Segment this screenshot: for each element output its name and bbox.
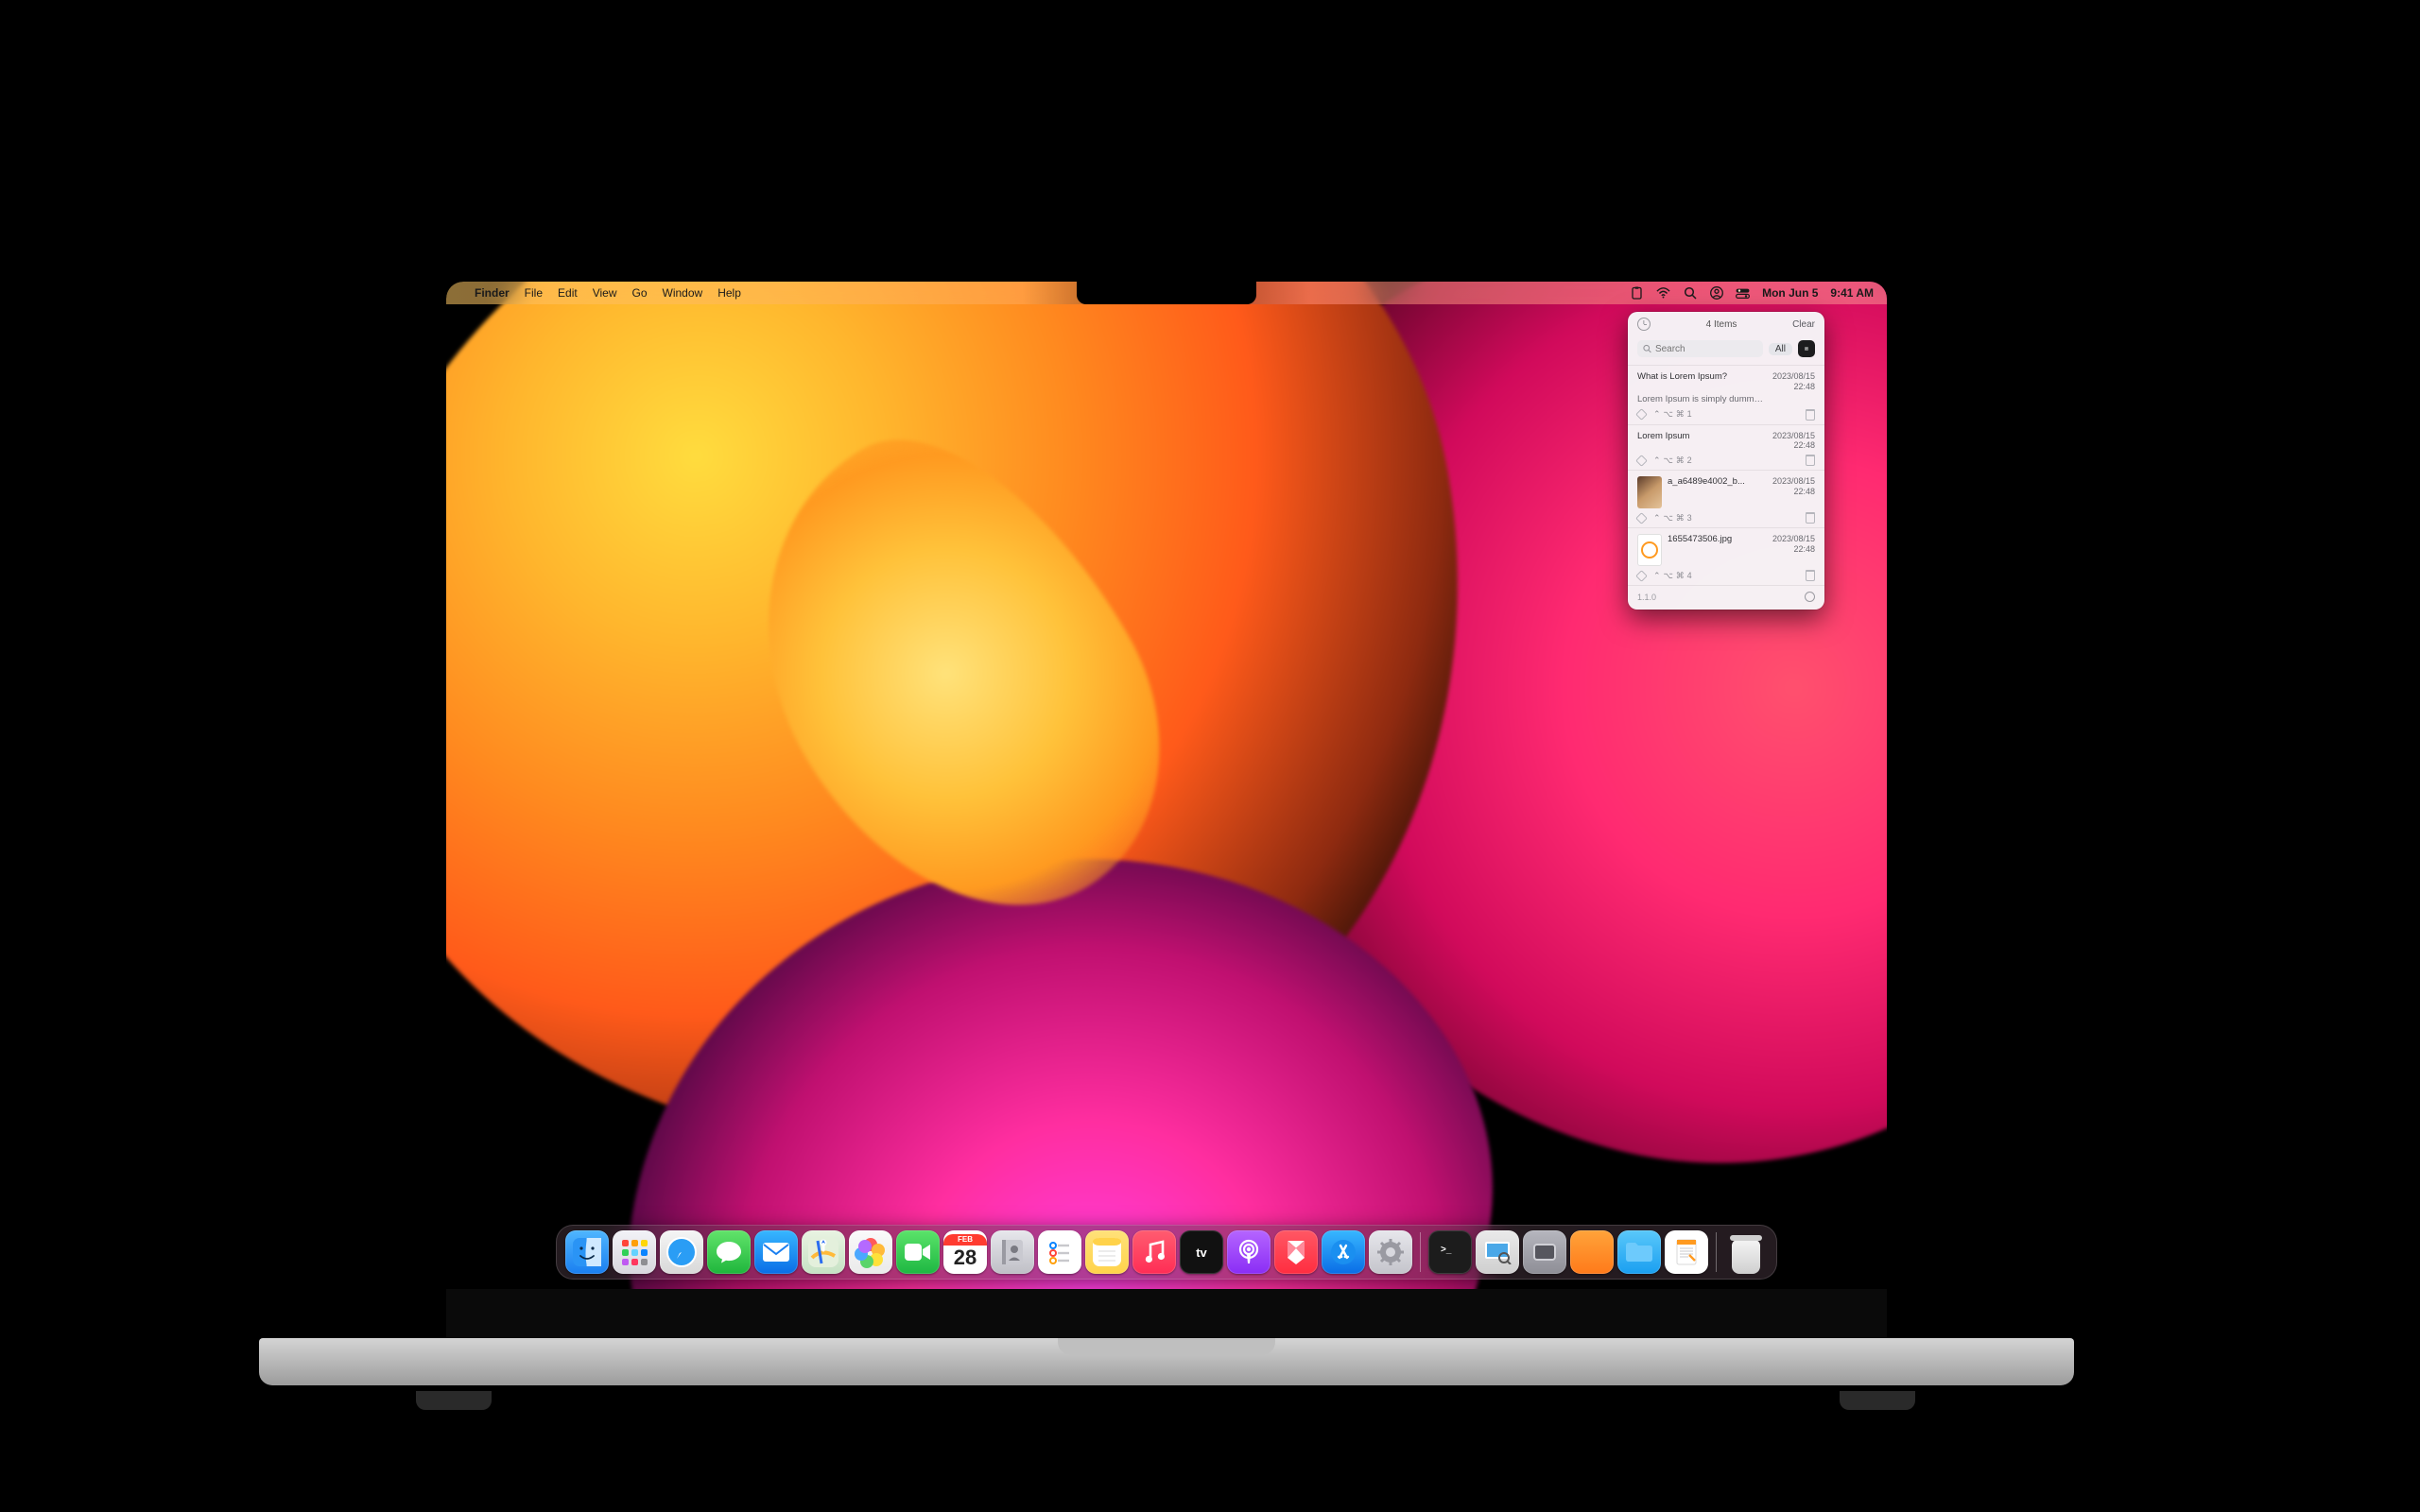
menu-view[interactable]: View [593, 286, 617, 300]
clipboard-item[interactable]: a_a6489e4002_b... 2023/08/1522:48 ⌃ ⌥ ⌘ 3 [1628, 470, 1824, 527]
dock-podcasts[interactable] [1227, 1230, 1270, 1274]
clear-button[interactable]: Clear [1792, 319, 1815, 330]
clip-shortcut: ⌃ ⌥ ⌘ 2 [1653, 455, 1692, 466]
menubar-time[interactable]: 9:41 AM [1830, 286, 1874, 300]
menu-go[interactable]: Go [632, 286, 648, 300]
dock-pages[interactable] [1665, 1230, 1708, 1274]
dock-music[interactable] [1132, 1230, 1176, 1274]
clip-timestamp: 2023/08/1522:48 [1772, 431, 1815, 452]
clip-title: Lorem Ipsum [1637, 431, 1767, 442]
dock-app-store[interactable] [1322, 1230, 1365, 1274]
calendar-month: FEB [943, 1234, 987, 1246]
dock-finder[interactable] [565, 1230, 609, 1274]
dock-trash[interactable] [1724, 1230, 1768, 1274]
clip-title: 1655473506.jpg [1668, 534, 1767, 545]
dock-contacts[interactable] [991, 1230, 1034, 1274]
dock-mission-control[interactable] [1523, 1230, 1566, 1274]
dock-separator [1420, 1232, 1421, 1272]
search-icon [1643, 344, 1651, 353]
trash-icon[interactable] [1806, 409, 1815, 421]
panel-item-count: 4 Items [1706, 319, 1737, 330]
trash-icon[interactable] [1806, 455, 1815, 466]
search-input[interactable] [1655, 344, 1757, 354]
laptop-screen: Finder File Edit View Go Window Help [446, 282, 1887, 1289]
clipboard-panel: 4 Items Clear All What is Lorem Ipsum? Lo… [1628, 312, 1824, 610]
search-icon[interactable] [1683, 286, 1697, 301]
dock-system-settings[interactable] [1369, 1230, 1412, 1274]
menubar-date[interactable]: Mon Jun 5 [1762, 286, 1818, 300]
clip-title: What is Lorem Ipsum? [1637, 371, 1767, 383]
clip-subtitle: Lorem Ipsum is simply dummy text of the … [1637, 394, 1767, 405]
dock-reminders[interactable] [1038, 1230, 1081, 1274]
pin-icon[interactable] [1635, 512, 1648, 524]
panel-version: 1.1.0 [1637, 593, 1656, 602]
wifi-icon[interactable] [1656, 286, 1670, 301]
clip-shortcut: ⌃ ⌥ ⌘ 3 [1653, 513, 1692, 524]
dock-folder[interactable] [1617, 1230, 1661, 1274]
control-center-icon[interactable] [1736, 286, 1750, 301]
laptop-bezel-bottom [446, 1289, 1887, 1338]
menu-window[interactable]: Window [663, 286, 703, 300]
dock-terminal[interactable]: >_ [1428, 1230, 1472, 1274]
clipboard-item[interactable]: Lorem Ipsum 2023/08/1522:48 ⌃ ⌥ ⌘ 2 [1628, 424, 1824, 471]
menu-file[interactable]: File [525, 286, 543, 300]
pin-icon[interactable] [1635, 570, 1648, 582]
clip-thumbnail [1637, 534, 1662, 566]
pin-icon[interactable] [1635, 455, 1648, 467]
dock-mail[interactable] [754, 1230, 798, 1274]
pin-icon[interactable] [1635, 408, 1648, 421]
dock-maps[interactable] [802, 1230, 845, 1274]
dock-safari[interactable] [660, 1230, 703, 1274]
clip-timestamp: 2023/08/1522:48 [1772, 534, 1815, 555]
laptop-base [259, 1338, 2074, 1385]
laptop-notch [1077, 282, 1256, 304]
menubar-app-name[interactable]: Finder [475, 286, 510, 300]
menu-edit[interactable]: Edit [558, 286, 578, 300]
dock-separator-2 [1716, 1232, 1717, 1272]
clip-thumbnail [1637, 476, 1662, 508]
dock-calendar[interactable]: FEB28 [943, 1230, 987, 1274]
clipboard-icon[interactable] [1630, 286, 1644, 301]
menu-help[interactable]: Help [717, 286, 741, 300]
dock-app-orange[interactable] [1570, 1230, 1614, 1274]
dock-news[interactable] [1274, 1230, 1318, 1274]
trash-icon[interactable] [1806, 570, 1815, 581]
svg-text:>_: >_ [1441, 1245, 1452, 1255]
dock-tv[interactable]: tv [1180, 1230, 1223, 1274]
user-icon[interactable] [1709, 286, 1723, 301]
trash-icon[interactable] [1806, 512, 1815, 524]
clipboard-item[interactable]: 1655473506.jpg 2023/08/1522:48 ⌃ ⌥ ⌘ 4 [1628, 527, 1824, 585]
history-icon[interactable] [1637, 318, 1651, 331]
clip-timestamp: 2023/08/1522:48 [1772, 476, 1815, 497]
clip-title: a_a6489e4002_b... [1668, 476, 1767, 488]
clipboard-item[interactable]: What is Lorem Ipsum? Lorem Ipsum is simpl… [1628, 365, 1824, 424]
filter-all-chip[interactable]: All [1769, 343, 1792, 355]
dock: FEB28 tv >_ [556, 1225, 1777, 1280]
dock-preview[interactable] [1476, 1230, 1519, 1274]
calendar-day: 28 [954, 1246, 977, 1270]
laptop-feet [359, 1385, 1972, 1410]
dock-launchpad[interactable] [613, 1230, 656, 1274]
dock-facetime[interactable] [896, 1230, 940, 1274]
search-field-wrap[interactable] [1637, 340, 1763, 357]
dock-photos[interactable] [849, 1230, 892, 1274]
clip-shortcut: ⌃ ⌥ ⌘ 1 [1653, 409, 1692, 420]
clip-shortcut: ⌃ ⌥ ⌘ 4 [1653, 571, 1692, 581]
clip-timestamp: 2023/08/1522:48 [1772, 371, 1815, 392]
dock-messages[interactable] [707, 1230, 751, 1274]
gear-icon[interactable] [1805, 592, 1815, 602]
filter-type-chip[interactable] [1798, 340, 1815, 357]
dock-notes[interactable] [1085, 1230, 1129, 1274]
